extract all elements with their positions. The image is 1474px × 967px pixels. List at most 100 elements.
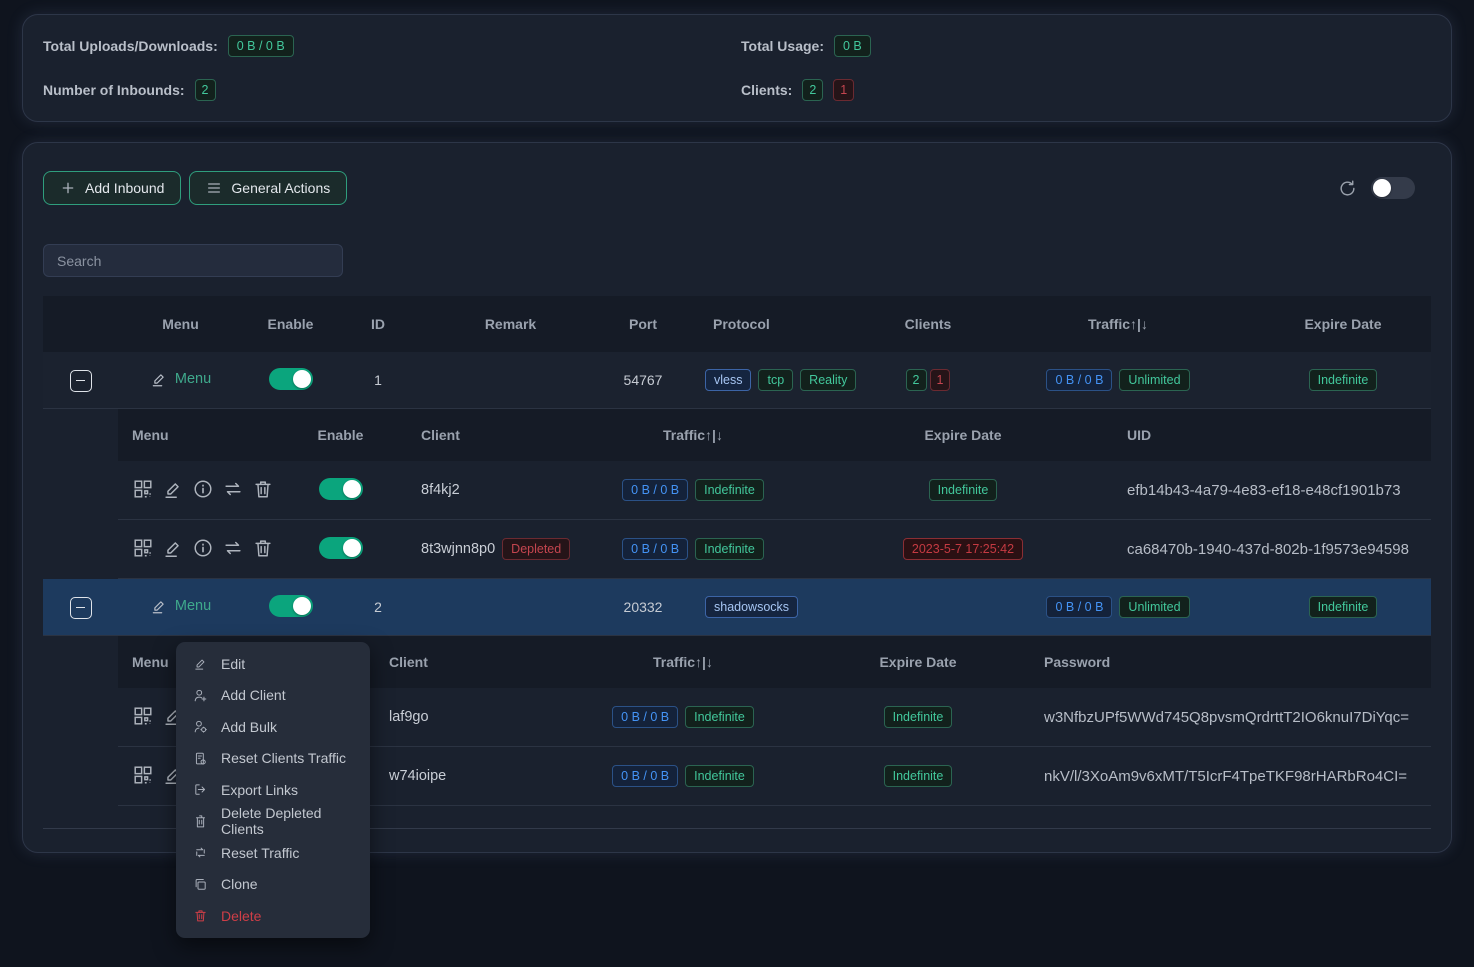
menu-item-edit[interactable]: Edit [176,648,370,680]
expire-badge: Indefinite [1309,596,1378,618]
client-actions [132,478,274,500]
col-header-remark: Remark [418,316,603,332]
edit-pencil-icon [150,370,168,388]
menu-item-reset-traffic[interactable]: Reset Traffic [176,837,370,869]
dark-mode-toggle[interactable] [1371,177,1415,199]
edit-pencil-icon [150,597,168,615]
table-header-row: Menu Enable ID Remark Port Protocol Clie… [43,296,1431,352]
plus-icon [60,180,76,196]
reset-traffic-icon [193,845,208,860]
qrcode-icon[interactable] [132,764,154,786]
menu-item-label: Add Bulk [221,719,277,735]
menu-item-label: Delete Depleted Clients [221,805,358,837]
clients-depleted-badge: 1 [833,79,854,101]
client-name: laf9go [373,709,568,725]
subcol-header-enable: Enable [288,427,393,443]
traffic-badge: 0 B / 0 B [622,538,688,560]
toolbar-right [1338,177,1431,199]
expire-badge: Indefinite [1309,369,1378,391]
traffic-limit-badge: Indefinite [685,765,754,787]
inbound-id: 1 [338,372,418,388]
menu-item-delete[interactable]: Delete [176,900,370,932]
clients-depleted-badge: 1 [930,369,951,391]
col-header-port: Port [603,316,683,332]
menu-item-reset-clients-traffic[interactable]: Reset Clients Traffic [176,743,370,775]
search-input[interactable] [43,244,343,277]
inbound-enable-toggle[interactable] [269,595,313,617]
toolbar: Add Inbound General Actions [43,171,1431,205]
inbound-id: 2 [338,599,418,615]
col-header-clients: Clients [873,316,983,332]
menu-item-clone[interactable]: Clone [176,869,370,901]
client-uid: efb14b43-4a79-4e83-ef18-e48cf1901b73 [1113,482,1433,499]
subcol-header-expire-date: Expire Date [798,654,1038,670]
col-header-id: ID [338,316,418,332]
menu-item-add-client[interactable]: Add Client [176,680,370,712]
add-bulk-icon [193,719,208,734]
col-header-traffic: Traffic↑|↓ [983,316,1253,332]
subcol-header-expire-date: Expire Date [813,427,1113,443]
inbound-menu-button[interactable]: Menu [150,370,211,388]
edit-pencil-icon[interactable] [162,537,184,559]
client-row: 8f4kj2 0 B / 0 B Indefinite Indefinite e… [118,461,1431,520]
menu-item-add-bulk[interactable]: Add Bulk [176,711,370,743]
reset-traffic-icon[interactable] [222,537,244,559]
add-inbound-button[interactable]: Add Inbound [43,171,181,205]
expire-badge: Indefinite [884,765,953,787]
subcol-header-client: Client [373,654,568,670]
menu-item-label: Clone [221,876,258,892]
protocol-tag: vless [705,369,751,391]
qrcode-icon[interactable] [132,705,154,727]
collapse-row-button[interactable] [70,597,92,619]
client-traffic-badges: 0 B / 0 B Indefinite [612,765,754,787]
stat-total-usage: Total Usage: 0 B [741,33,1431,59]
inbound-enable-toggle[interactable] [269,368,313,390]
minus-icon [76,607,85,609]
refresh-icon[interactable] [1338,179,1357,198]
general-actions-button[interactable]: General Actions [189,171,347,205]
protocol-tag: shadowsocks [705,596,798,618]
client-enable-toggle[interactable] [319,537,363,559]
inbound-row-1: Menu 1 54767 vless tcp Reality 2 1 [43,352,1431,409]
stat-value-badge: 0 B [834,35,871,57]
edit-pencil-icon [193,656,208,671]
reset-traffic-icon[interactable] [222,478,244,500]
subcol-header-traffic: Traffic↑|↓ [573,427,813,443]
subcol-header-traffic: Traffic↑|↓ [568,654,798,670]
edit-pencil-icon[interactable] [162,478,184,500]
qrcode-icon[interactable] [132,537,154,559]
stat-label: Number of Inbounds: [43,82,185,98]
stat-clients: Clients: 2 1 [741,77,1431,103]
subcol-header-client: Client [393,427,573,443]
client-uid: ca68470b-1940-437d-802b-1f9573e94598 [1113,541,1433,558]
hamburger-icon [206,180,222,196]
menu-item-export-links[interactable]: Export Links [176,774,370,806]
delete-depleted-clients-icon [193,814,208,829]
menu-item-delete-depleted-clients[interactable]: Delete Depleted Clients [176,806,370,838]
delete-client-icon[interactable] [252,537,274,559]
inbound-menu-button[interactable]: Menu [150,597,211,615]
stats-right-column: Total Usage: 0 B Clients: 2 1 [737,33,1431,103]
collapse-row-button[interactable] [70,370,92,392]
info-icon[interactable] [192,478,214,500]
add-inbound-label: Add Inbound [85,180,164,196]
inbound-context-menu: Edit Add Client Add Bulk Reset Clients T… [176,642,370,938]
clone-icon [193,877,208,892]
traffic-limit-badge: Indefinite [695,538,764,560]
reset-clients-traffic-icon [193,751,208,766]
client-enable-toggle[interactable] [319,478,363,500]
qrcode-icon[interactable] [132,478,154,500]
clients-active-badge: 2 [802,79,823,101]
clients-active-badge: 2 [906,369,927,391]
inbound-port: 20332 [603,599,683,615]
delete-client-icon[interactable] [252,478,274,500]
traffic-badges: 0 B / 0 B Unlimited [1046,369,1189,391]
add-client-icon [193,688,208,703]
info-icon[interactable] [192,537,214,559]
general-actions-label: General Actions [231,180,330,196]
traffic-badge: 0 B / 0 B [612,765,678,787]
subcol-header-menu: Menu [118,427,288,443]
col-header-protocol: Protocol [683,316,873,332]
export-links-icon [193,782,208,797]
security-tag: Reality [800,369,856,391]
